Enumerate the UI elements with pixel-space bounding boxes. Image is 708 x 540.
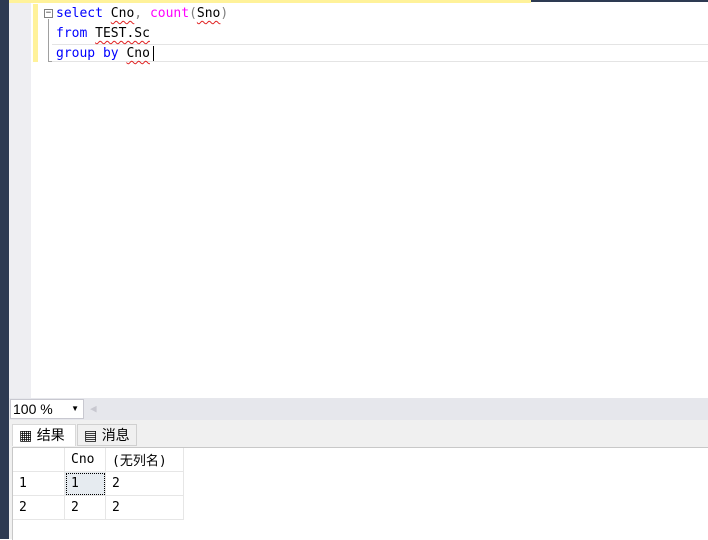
- code-token: from: [56, 26, 88, 41]
- corner-cell[interactable]: [13, 448, 65, 472]
- results-table: Cno (无列名) 1 1 2 2 2 2: [13, 448, 184, 520]
- table-row: 1 1 2: [13, 471, 184, 496]
- zoom-select[interactable]: 100 % ▼: [10, 399, 84, 419]
- dropdown-arrow-icon[interactable]: ▼: [71, 400, 79, 418]
- code-token: Cno: [110, 6, 135, 21]
- row-header[interactable]: 2: [13, 495, 65, 520]
- code-line[interactable]: select Cno, count(Sno): [56, 4, 228, 24]
- cell[interactable]: 2: [64, 495, 106, 520]
- code-line[interactable]: group by Cno: [56, 44, 150, 64]
- zoom-value: 100 %: [13, 401, 53, 417]
- code-token: by: [102, 46, 119, 61]
- tab-results[interactable]: ▦ 结果: [12, 424, 76, 446]
- tab-label: 消息: [101, 428, 130, 444]
- code-token: TEST.Sc: [95, 26, 150, 41]
- current-line-highlight: [52, 44, 708, 62]
- column-header[interactable]: Cno: [64, 448, 106, 472]
- code-token: Sno: [196, 6, 221, 21]
- code-token: select: [56, 6, 103, 21]
- messages-icon: ▤: [84, 428, 98, 444]
- collapse-icon[interactable]: −: [44, 9, 53, 18]
- editor-gutter: [9, 3, 31, 398]
- row-header[interactable]: 1: [13, 471, 65, 496]
- left-window-border: [0, 0, 9, 539]
- table-row: 2 2 2: [13, 495, 184, 520]
- code-token: (: [189, 6, 197, 21]
- code-token: count: [149, 6, 190, 21]
- top-border: [531, 0, 708, 2]
- tab-messages[interactable]: ▤ 消息: [77, 424, 137, 446]
- code-token: ): [220, 6, 229, 21]
- scroll-left-icon[interactable]: ◀: [90, 402, 97, 415]
- zoom-bar: [9, 398, 708, 420]
- column-header[interactable]: (无列名): [105, 448, 184, 472]
- text-caret: [153, 46, 154, 61]
- tab-accent-bar: [9, 0, 531, 3]
- cell[interactable]: 2: [105, 471, 184, 496]
- tab-label: 结果: [36, 428, 65, 444]
- grid-icon: ▦: [19, 428, 33, 444]
- change-indicator: [33, 4, 38, 62]
- cell[interactable]: 2: [105, 495, 184, 520]
- fold-line: [48, 19, 49, 61]
- code-line[interactable]: from TEST.Sc: [56, 24, 150, 44]
- code-token: Cno: [126, 46, 150, 61]
- cell[interactable]: 1: [64, 471, 106, 496]
- code-token: group: [56, 46, 96, 61]
- header-row: Cno (无列名): [13, 448, 184, 472]
- code-token: ,: [134, 6, 150, 21]
